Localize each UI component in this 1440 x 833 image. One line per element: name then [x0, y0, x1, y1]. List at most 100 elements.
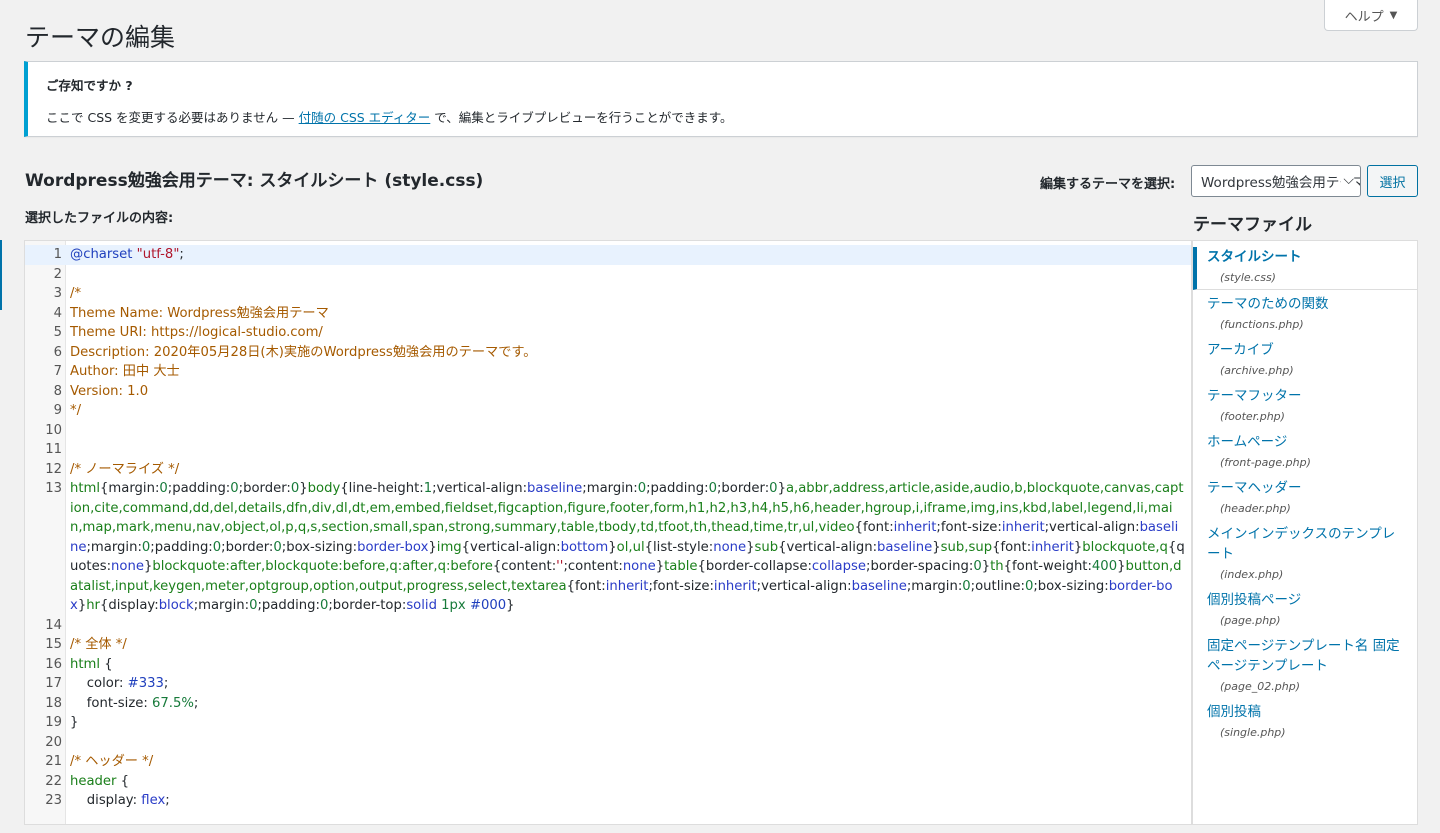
code-token: html — [70, 656, 101, 672]
theme-file-name: (archive.php) — [1220, 364, 1294, 377]
theme-file-item[interactable]: アーカイブ (archive.php) — [1193, 340, 1417, 382]
line-number: 4 — [53, 305, 62, 321]
theme-file-item[interactable]: メインインデックスのテンプレート (index.php) — [1193, 524, 1417, 586]
code-line[interactable]: 17 color: #333; — [25, 674, 1191, 694]
code-token: 67.5% — [152, 695, 194, 711]
help-label: ヘルプ — [1344, 9, 1384, 25]
code-line[interactable]: 20 — [25, 733, 1191, 753]
code-line[interactable]: 8 Version: 1.0 — [25, 382, 1191, 402]
line-number: 1 — [53, 247, 62, 262]
code-token: inherit — [1031, 539, 1074, 555]
help-button[interactable]: ヘルプ ▼ — [1324, 0, 1418, 31]
code-line[interactable]: 23 display: flex; — [25, 791, 1191, 811]
code-line[interactable]: 9 */ — [25, 401, 1191, 421]
code-text: color: #333; — [70, 674, 1185, 694]
line-number: 14 — [45, 617, 62, 633]
theme-file-label[interactable]: テーマフッター — [1207, 386, 1407, 406]
code-token: { — [100, 656, 113, 672]
line-number: 21 — [45, 754, 62, 769]
theme-file-label[interactable]: スタイルシート — [1207, 247, 1407, 267]
theme-file-label[interactable]: ホームページ — [1207, 432, 1407, 452]
theme-file-label[interactable]: 個別投稿ページ — [1207, 590, 1407, 610]
theme-select-label: 編集するテーマを選択: — [1040, 177, 1176, 192]
code-line[interactable]: 21 /* ヘッダー */ — [25, 752, 1191, 772]
theme-file-item[interactable]: スタイルシート (style.css) — [1193, 247, 1417, 290]
code-token: baseline — [877, 539, 933, 555]
code-token: baseline — [527, 481, 583, 496]
code-token: font-size: — [70, 695, 152, 711]
code-line[interactable]: 14 — [25, 616, 1191, 636]
code-token: */ — [70, 403, 82, 418]
theme-file-item[interactable]: テーマのための関数 (functions.php) — [1193, 294, 1417, 336]
code-token: 0 — [159, 481, 168, 496]
code-token: {font-weight: — [1003, 559, 1092, 574]
code-line[interactable]: 19} — [25, 713, 1191, 733]
theme-file-name: (functions.php) — [1220, 318, 1304, 331]
theme-file-label[interactable]: 固定ページテンプレート名 固定ページテンプレート — [1207, 636, 1407, 676]
line-number: 8 — [53, 383, 62, 399]
line-number: 19 — [45, 715, 62, 730]
code-token: {font: — [566, 578, 606, 594]
code-line[interactable]: 11 — [25, 440, 1191, 460]
theme-file-label[interactable]: テーマヘッダー — [1207, 478, 1407, 498]
code-token: {line-height: — [340, 481, 424, 496]
select-theme-button[interactable]: 選択 — [1367, 165, 1418, 197]
code-token: ;border: — [716, 481, 770, 496]
code-text: /* — [70, 284, 1185, 304]
code-token: {vertical-align: — [778, 539, 878, 555]
code-line[interactable]: 2 — [25, 265, 1191, 285]
code-text: @charset "utf-8"; — [70, 245, 1185, 265]
theme-files-list: スタイルシート (style.css) テーマのための関数 (functions.ph… — [1192, 240, 1418, 825]
code-token: ;padding: — [167, 481, 231, 496]
theme-file-item[interactable]: ホームページ (front-page.php) — [1193, 432, 1417, 474]
theme-file-item[interactable]: 個別投稿ページ (page.php) — [1193, 590, 1417, 632]
code-text: font-size: 67.5%; — [70, 694, 1185, 714]
code-token: ;box-sizing: — [281, 539, 358, 555]
code-token: body — [307, 481, 341, 496]
theme-file-item[interactable]: テーマヘッダー (header.php) — [1193, 478, 1417, 520]
code-token: solid — [406, 598, 437, 613]
code-line[interactable]: 22 header { — [25, 772, 1191, 792]
theme-file-item[interactable]: 固定ページテンプレート名 固定ページテンプレート (page_02.php) — [1193, 636, 1417, 698]
theme-file-label[interactable]: 個別投稿 — [1207, 702, 1407, 722]
code-token: 0 — [273, 539, 282, 555]
code-token: color: — [70, 676, 128, 691]
code-token: "utf-8" — [136, 247, 180, 262]
css-editor-link[interactable]: 付随の CSS エディター — [299, 110, 431, 125]
code-line[interactable]: 13 html{margin:0;padding:0;border:0}body{… — [25, 479, 1191, 616]
theme-select[interactable]: Wordpress勉強会用テーマ ⌵ — [1191, 165, 1361, 197]
code-token: blockquote:after,blockquote:before,q:aft… — [152, 559, 493, 574]
theme-file-item[interactable]: テーマフッター (footer.php) — [1193, 386, 1417, 428]
code-token: {border-collapse: — [697, 559, 812, 574]
code-line[interactable]: 18 font-size: 67.5%; — [25, 694, 1191, 714]
theme-file-label[interactable]: テーマのための関数 — [1207, 294, 1407, 314]
code-line[interactable]: 3 /* — [25, 284, 1191, 304]
code-text: */ — [70, 401, 1185, 421]
code-line[interactable]: 1 @charset "utf-8"; — [25, 245, 1191, 265]
code-token: display: — [70, 793, 142, 808]
theme-file-item[interactable]: 個別投稿 (single.php) — [1193, 702, 1417, 744]
code-token: /* ノーマライズ */ — [70, 461, 180, 477]
code-token: @charset — [70, 247, 137, 262]
did-you-know-notice: ご存知ですか ? ここで CSS を変更する必要はありません — 付随の CSS… — [24, 61, 1418, 137]
code-token: inherit — [605, 578, 649, 594]
code-line[interactable]: 10 — [25, 421, 1191, 441]
code-line[interactable]: 15 /* 全体 */ — [25, 635, 1191, 655]
code-editor[interactable]: 1 @charset "utf-8"; 2 3 /* 4 Theme Name: Word… — [24, 240, 1192, 825]
code-line[interactable]: 7 Author: 田中 大士 — [25, 362, 1191, 382]
code-token: ;vertical-align: — [432, 481, 528, 496]
code-line[interactable]: 16 html { — [25, 655, 1191, 675]
code-line[interactable]: 12 /* ノーマライズ */ — [25, 460, 1191, 480]
code-line[interactable]: 6 Description: 2020年05月28日(木)実施のWordpress… — [25, 343, 1191, 363]
code-token: baseline — [851, 578, 907, 594]
code-token: ;padding: — [257, 598, 320, 613]
code-token: none — [622, 559, 656, 574]
code-token: ;margin: — [582, 481, 638, 496]
code-line[interactable]: 5 Theme URI: https://logical-studio.com/ — [25, 323, 1191, 343]
code-token: block — [158, 598, 194, 613]
theme-file-label[interactable]: メインインデックスのテンプレート — [1207, 524, 1407, 564]
code-token: ;border: — [221, 539, 274, 555]
theme-file-label[interactable]: アーカイブ — [1207, 340, 1407, 360]
code-line[interactable]: 4 Theme Name: Wordpress勉強会用テーマ — [25, 304, 1191, 324]
code-token: } — [77, 598, 87, 613]
